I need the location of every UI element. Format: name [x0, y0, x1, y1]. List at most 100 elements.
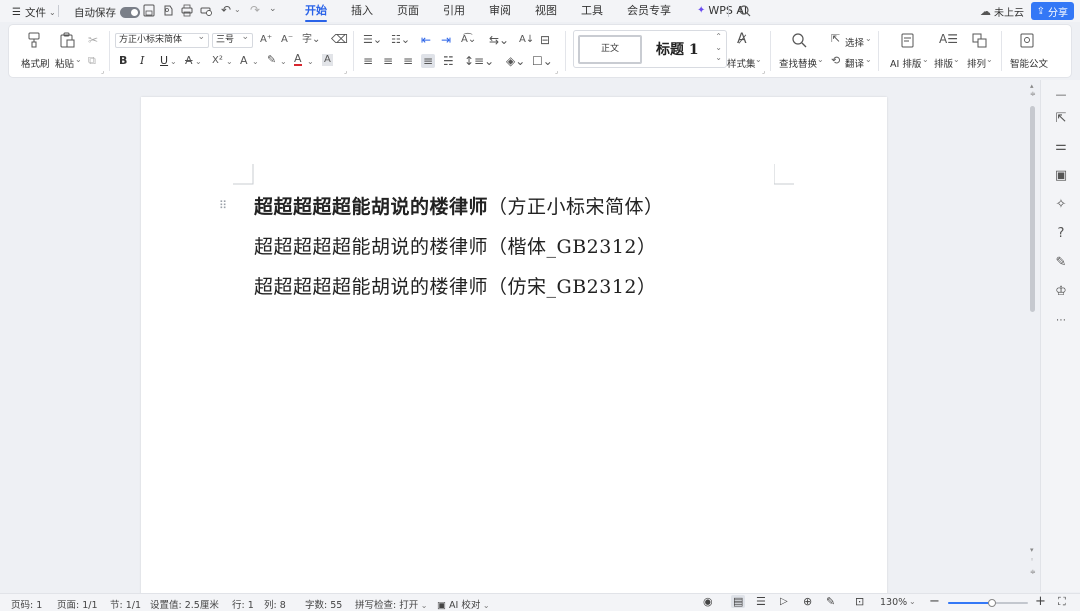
adjust-icon[interactable]: ⚌ [1054, 140, 1068, 154]
distributed-align-icon[interactable]: ☵ [443, 55, 454, 67]
font-name-select[interactable]: 方正小标宋简体 [115, 31, 209, 48]
scroll-down-icon[interactable]: ▾ [1030, 546, 1034, 554]
toggle-switch-icon[interactable] [120, 7, 140, 18]
share-button[interactable]: ⇪ 分享 [1030, 2, 1074, 20]
tab-page[interactable]: 页面 [395, 0, 421, 22]
align-center-icon[interactable]: ≡ [383, 55, 393, 67]
expand-icon[interactable]: ⌟ [101, 67, 104, 75]
borders-icon[interactable]: ☐⌄ [532, 55, 553, 67]
vertical-scrollbar[interactable]: ▴ ≑ ▾ ◦ ≑ [1027, 82, 1039, 592]
help-icon[interactable]: ? [1054, 227, 1068, 241]
collapse-panel-icon[interactable]: — [1054, 88, 1068, 102]
redo-icon[interactable]: ↷ [250, 3, 260, 17]
show-marks-icon[interactable]: ⊟ [540, 34, 550, 46]
style-heading-1[interactable]: 标题 1 [656, 39, 699, 59]
line-spacing-icon[interactable]: ↕≡⌄ [464, 55, 494, 67]
expand-icon[interactable]: ⌟ [344, 67, 347, 75]
bold-button[interactable]: B [119, 55, 127, 67]
more-icon[interactable]: ⋯ [1054, 314, 1068, 328]
page-down-icon[interactable]: ≑ [1030, 568, 1036, 576]
scroll-thumb[interactable] [1030, 106, 1035, 312]
justify-icon[interactable]: ≡ [421, 54, 436, 68]
zoom-out-icon[interactable]: − [929, 594, 940, 609]
text-effect-icon[interactable]: A [240, 55, 248, 67]
export-pdf-icon[interactable] [162, 4, 174, 17]
chevron-down-icon[interactable]: ⌄ [307, 56, 314, 68]
print-preview-icon[interactable] [200, 4, 213, 17]
zoom-slider-handle[interactable] [988, 599, 996, 607]
clear-format-icon[interactable]: ⌫ [331, 33, 348, 45]
pen-icon[interactable]: ✎ [1054, 256, 1068, 270]
file-menu[interactable]: ☰ 文件 ⌄ [12, 5, 56, 20]
scroll-up-icon[interactable]: ▴ [1030, 82, 1034, 90]
gallery-expand-icon[interactable]: ⌄ [715, 53, 722, 62]
paragraph-drag-handle-icon[interactable]: ⠿ [219, 199, 227, 212]
cut-icon[interactable]: ✂ [88, 34, 98, 46]
magic-tools-icon[interactable]: ✧ [1054, 198, 1068, 212]
tab-tools[interactable]: 工具 [579, 0, 605, 22]
play-icon[interactable]: ▷ [780, 596, 788, 607]
write-mode-icon[interactable]: ✎ [826, 595, 835, 608]
save-icon[interactable] [143, 4, 155, 17]
shading-icon[interactable]: ◈⌄ [506, 55, 525, 67]
clothing-style-icon[interactable]: ♔ [1054, 285, 1068, 299]
superscript-icon[interactable]: X² [212, 55, 223, 67]
shrink-font-icon[interactable]: A⁻ [281, 34, 293, 46]
tab-references[interactable]: 引用 [441, 0, 467, 22]
tab-insert[interactable]: 插入 [349, 0, 375, 22]
font-color-icon[interactable]: A [294, 53, 302, 66]
document-line-2[interactable]: 超超超超超能胡说的楼律师（楷体_GB2312） [254, 232, 657, 259]
chevron-down-icon[interactable]: ⌄ [170, 56, 177, 68]
strikethrough-icon[interactable]: A [185, 55, 193, 67]
expand-icon[interactable]: ⌟ [555, 67, 558, 75]
autosave-toggle[interactable]: 自动保存 [74, 5, 140, 20]
select-browse-object-icon[interactable]: ◦ [1030, 556, 1034, 564]
page-count[interactable]: 页面: 1/1 [57, 597, 98, 611]
phonetic-guide-icon[interactable]: 字⌄ [302, 34, 320, 46]
font-size-select[interactable]: 三号 [212, 31, 253, 48]
align-left-icon[interactable]: ≡ [363, 55, 373, 67]
chevron-down-icon[interactable]: ⌄ [195, 56, 202, 68]
image-edit-icon[interactable]: ▣ [1054, 169, 1068, 183]
decrease-indent-icon[interactable]: ⇤ [421, 34, 431, 46]
fit-page-icon[interactable]: ⊡ [855, 595, 864, 608]
chevron-down-icon[interactable]: ⌄ [715, 43, 722, 52]
chevron-up-icon[interactable]: ⌃ [715, 32, 722, 41]
document-line-1[interactable]: 超超超超超能胡说的楼律师（方正小标宋简体） [254, 192, 664, 219]
tab-view[interactable]: 视图 [533, 0, 559, 22]
chevron-down-icon[interactable]: ⌄ [909, 597, 916, 606]
tab-member[interactable]: 会员专享 [625, 0, 673, 22]
page-up-icon[interactable]: ≑ [1030, 90, 1036, 98]
page-number[interactable]: 页码: 1 [11, 597, 42, 611]
chinese-layout-icon[interactable]: ⇆⌄ [489, 34, 509, 46]
outline-view-icon[interactable]: ☰ [756, 595, 766, 608]
page-view-icon[interactable]: ▤ [731, 595, 746, 608]
chevron-down-icon[interactable]: ⌄ [280, 56, 287, 68]
more-quick-access-icon[interactable]: ⌄ [269, 4, 277, 14]
expand-icon[interactable]: ⌟ [762, 67, 765, 75]
style-normal[interactable]: 正文 [578, 35, 642, 64]
document-page[interactable]: ⠿ 超超超超超能胡说的楼律师（方正小标宋简体） 超超超超超能胡说的楼律师（楷体_… [141, 97, 887, 597]
zoom-in-icon[interactable]: + [1035, 594, 1046, 609]
document-line-3[interactable]: 超超超超超能胡说的楼律师（仿宋_GB2312） [254, 272, 657, 299]
cloud-status[interactable]: ☁ 未上云 [980, 4, 1024, 19]
search-icon[interactable] [739, 5, 751, 17]
word-count[interactable]: 字数: 55 [305, 597, 342, 611]
copy-icon[interactable]: ⧉ [88, 55, 96, 67]
character-shading-icon[interactable]: A [322, 54, 333, 66]
eye-protection-icon[interactable]: ◉ [703, 595, 713, 608]
spell-check-status[interactable]: 拼写检查: 打开 ⌄ [355, 597, 427, 611]
sort-icon[interactable]: A↓ [519, 34, 534, 46]
highlight-icon[interactable]: ✎ [267, 54, 276, 66]
align-right-icon[interactable]: ≡ [403, 55, 413, 67]
increase-indent-icon[interactable]: ⇥ [441, 34, 451, 46]
tab-home[interactable]: 开始 [303, 0, 329, 22]
margin-setting[interactable]: 设置值: 2.5厘米 [150, 597, 219, 611]
chevron-down-icon[interactable]: ⌄ [234, 5, 241, 14]
section-count[interactable]: 节: 1/1 [110, 597, 141, 611]
numbered-list-icon[interactable]: ☷⌄ [391, 34, 410, 46]
italic-button[interactable]: I [140, 55, 144, 67]
text-direction-icon[interactable]: A͡⌄ [461, 34, 476, 46]
zoom-slider[interactable] [948, 599, 1028, 607]
print-icon[interactable] [181, 4, 193, 17]
